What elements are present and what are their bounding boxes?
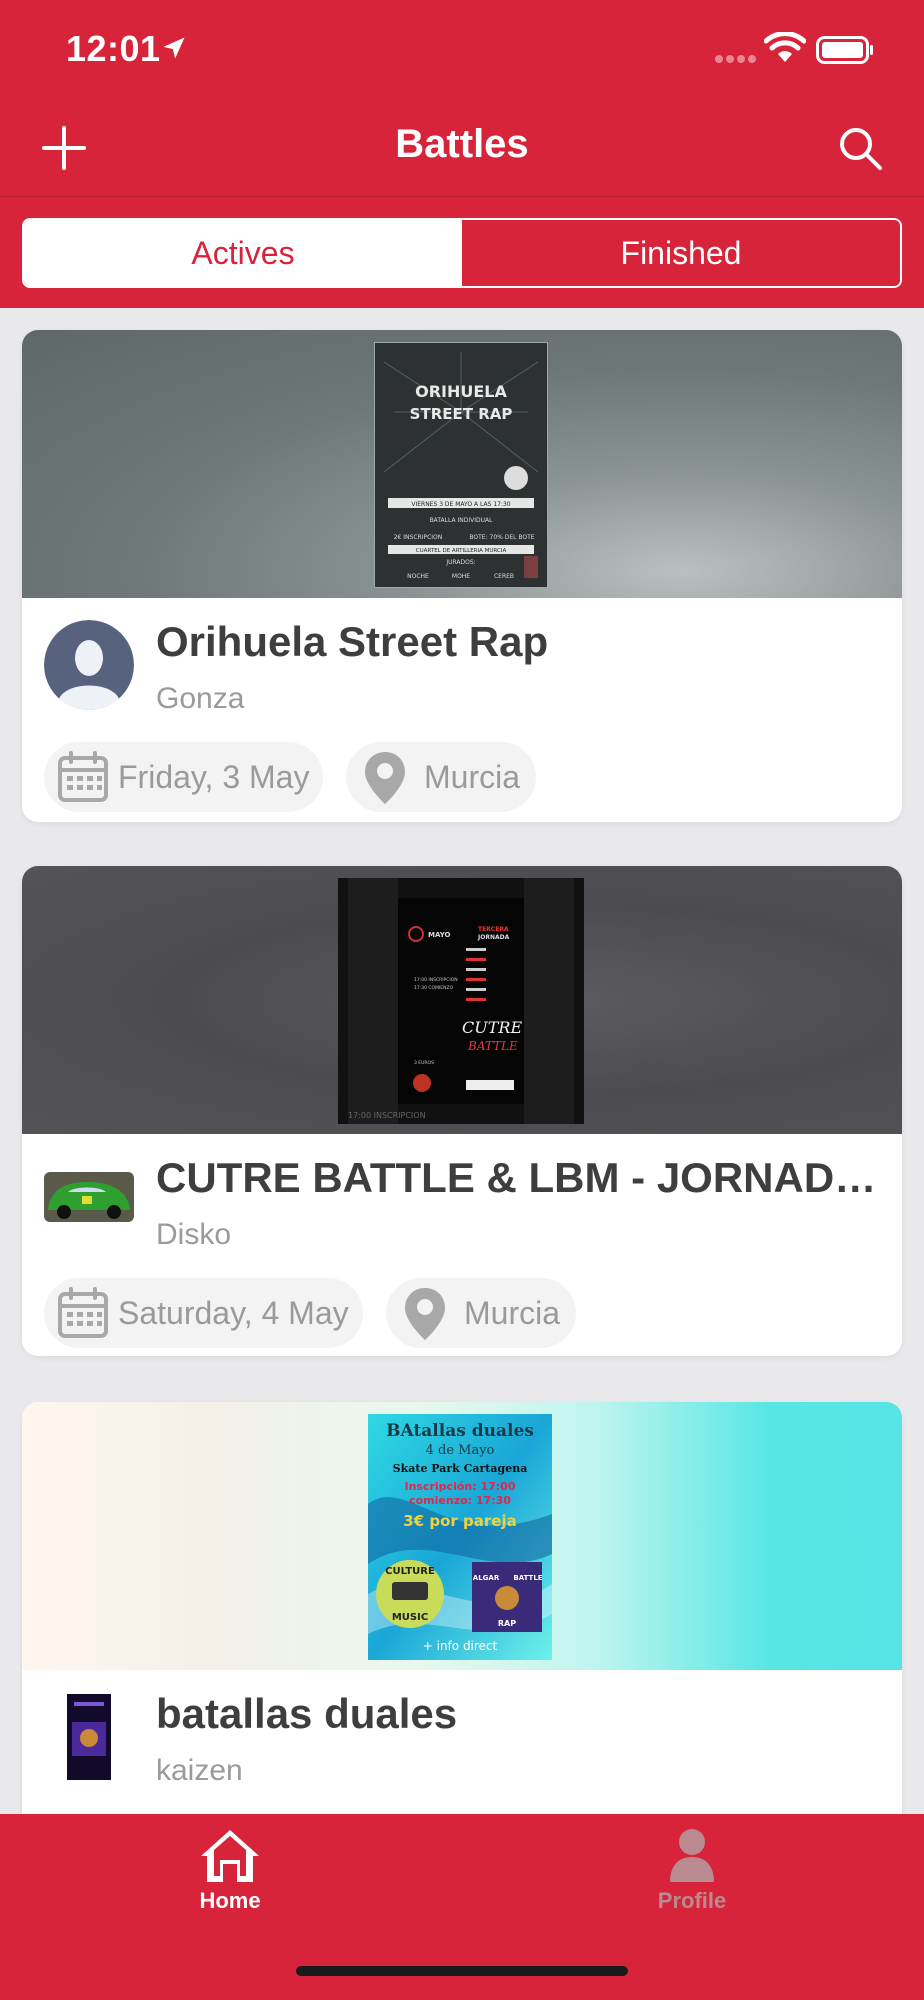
poster-text-8: JURADOS: xyxy=(445,559,475,566)
calendar-icon xyxy=(58,751,108,802)
battle-title: batallas duales xyxy=(156,1690,458,1737)
poster-text-5: 2€ INSCRIPCION xyxy=(394,534,443,541)
navigation-bar: Battles xyxy=(0,100,924,196)
tab-home-label: Home xyxy=(199,1888,261,1913)
page-title: Battles xyxy=(395,122,529,166)
battle-status-segmented-control: Actives Finished xyxy=(22,218,902,288)
battle-banner: BAtallas duales 4 de Mayo Skate Park Car… xyxy=(22,1402,902,1670)
poster-text-6: 3€ por pareja xyxy=(403,1512,516,1530)
wifi-icon xyxy=(764,32,806,62)
status-time: 12:01 xyxy=(66,28,161,69)
poster-text-12: + info direct xyxy=(423,1639,498,1653)
author-avatar xyxy=(44,1692,134,1782)
poster-text-7: 17:30 COMIENZO xyxy=(414,985,454,991)
battle-banner: ORIHUELA STREET RAP VIERNES 3 DE MAYO A … xyxy=(22,330,902,598)
poster-text-6: 17:00 INSCRIPCION xyxy=(414,977,458,983)
location-arrow-icon xyxy=(163,37,185,59)
segment-actives[interactable]: Actives xyxy=(24,220,462,286)
poster-text-5: comienzo: 17:30 xyxy=(409,1494,511,1507)
poster-text-4: CUTRE xyxy=(462,1018,522,1037)
poster-text-6: BOTE: 70% DEL BOTE xyxy=(469,534,534,541)
location-pin-icon xyxy=(365,752,405,804)
poster-text-2: STREET RAP xyxy=(410,405,513,423)
segment-finished[interactable]: Finished xyxy=(462,220,900,286)
battle-location-chip: Murcia xyxy=(346,742,537,812)
top-header: 12:01 Battles Actives Finished xyxy=(0,0,924,308)
battle-card[interactable]: BAtallas duales 4 de Mayo Skate Park Car… xyxy=(22,1402,902,1842)
battle-date: Friday, 3 May xyxy=(118,758,310,795)
poster-text-7: CUARTEL DE ARTILLERIA MURCIA xyxy=(416,548,507,554)
profile-icon xyxy=(670,1829,714,1882)
poster-text-2: TERCERA xyxy=(478,926,509,933)
poster-text-3: VIERNES 3 DE MAYO A LAS 17:30 xyxy=(411,501,510,508)
battle-card[interactable]: MAYO TERCERA JORNADA 17:00 INSCRIPCION 1… xyxy=(22,866,902,1356)
poster-text-1: BAtallas duales xyxy=(386,1421,534,1441)
navbar-divider xyxy=(0,196,924,197)
poster-text-1: ORIHUELA xyxy=(415,382,507,401)
battle-date-chip: Friday, 3 May xyxy=(44,742,324,812)
poster-text-8: 3 EUROS xyxy=(414,1060,434,1066)
home-indicator xyxy=(296,1966,628,1976)
poster-text-4: Inscripción: 17:00 xyxy=(405,1480,516,1493)
poster-text-5: BATTLE xyxy=(467,1039,518,1053)
poster-text-2: 4 de Mayo xyxy=(426,1443,495,1458)
calendar-icon xyxy=(58,1287,108,1338)
battle-location: Murcia xyxy=(424,758,521,795)
battle-poster-image: BAtallas duales 4 de Mayo Skate Park Car… xyxy=(368,1414,552,1660)
battle-poster-image: ORIHUELA STREET RAP VIERNES 3 DE MAYO A … xyxy=(374,342,548,588)
tab-profile[interactable]: Profile xyxy=(612,1826,772,1914)
battle-location: Murcia xyxy=(464,1294,561,1331)
battle-author: kaizen xyxy=(156,1754,243,1787)
default-avatar-icon xyxy=(44,620,134,710)
poster-text-9: ALGAR xyxy=(473,1574,500,1582)
battle-author: Disko xyxy=(156,1218,232,1251)
poster-text-11: CEREB xyxy=(494,573,514,580)
battle-location-chip: Murcia xyxy=(386,1278,577,1348)
battle-title: Orihuela Street Rap xyxy=(156,618,549,665)
author-avatar xyxy=(44,620,134,710)
battle-date: Saturday, 4 May xyxy=(118,1294,349,1331)
location-pin-icon xyxy=(405,1288,445,1340)
search-icon[interactable] xyxy=(832,120,888,176)
car-avatar-image xyxy=(44,1172,134,1222)
battle-poster-image: MAYO TERCERA JORNADA 17:00 INSCRIPCION 1… xyxy=(338,878,584,1124)
cellular-signal-icon xyxy=(715,55,756,63)
status-bar: 12:01 xyxy=(0,0,924,100)
poster-text-9: NOCHE xyxy=(407,573,429,580)
poster-text-3: JORNADA xyxy=(477,934,510,941)
poster-text-4: BATALLA INDIVIDUAL xyxy=(430,517,494,524)
poster-text-8: MUSIC xyxy=(392,1612,428,1623)
battle-title: CUTRE BATTLE & LBM - JORNADA 3 xyxy=(156,1154,878,1201)
battle-date-chip: Saturday, 4 May xyxy=(44,1278,363,1348)
home-icon xyxy=(201,1830,259,1882)
poster-text-1: MAYO xyxy=(428,931,451,939)
battle-card[interactable]: ORIHUELA STREET RAP VIERNES 3 DE MAYO A … xyxy=(22,330,902,822)
author-avatar xyxy=(44,1152,134,1242)
battery-icon xyxy=(816,36,873,64)
poster-text-10: MOHE xyxy=(452,573,470,580)
poster-avatar-image xyxy=(67,1694,111,1780)
battle-banner: MAYO TERCERA JORNADA 17:00 INSCRIPCION 1… xyxy=(22,866,902,1134)
poster-text-10: BATTLE xyxy=(513,1574,542,1582)
tab-profile-label: Profile xyxy=(657,1888,727,1913)
tab-home[interactable]: Home xyxy=(150,1826,310,1914)
poster-text-7: CULTURE xyxy=(385,1566,435,1577)
battle-author: Gonza xyxy=(156,682,245,715)
poster-text-11: RAP xyxy=(498,1619,516,1628)
poster-text-3: Skate Park Cartagena xyxy=(393,1462,528,1475)
poster-text-9: 17:00 INSCRIPCION xyxy=(348,1111,426,1120)
